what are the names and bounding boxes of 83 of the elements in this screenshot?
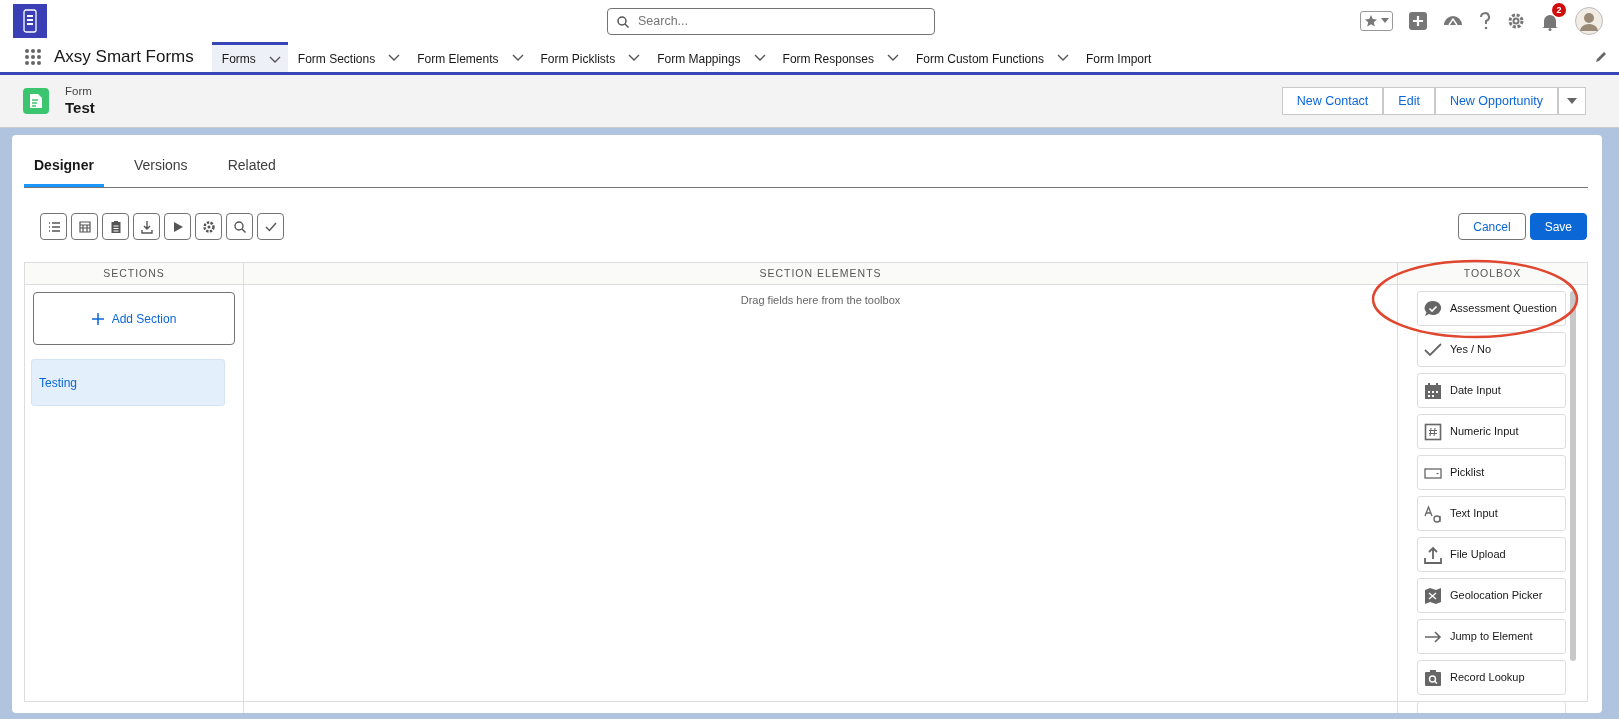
section-item[interactable]: Testing [31,359,225,406]
drop-hint: Drag fields here from the toolbox [739,293,902,308]
star-icon [1364,14,1378,28]
nav-tab[interactable]: Form Elements [407,42,509,72]
text-icon [1424,504,1442,523]
toolbox-item[interactable]: Assessment Question [1417,291,1566,326]
tab[interactable]: Designer [24,149,104,187]
toolbox-item-label: Date Input [1450,383,1501,399]
record-title: Test [65,98,95,118]
column-header: SECTION ELEMENTS [244,263,1397,285]
toolbox-item[interactable]: Picklist [1417,455,1566,490]
add-icon [1409,12,1427,30]
toolbox-item-label: Picklist [1450,465,1485,481]
caret-icon [1381,18,1389,24]
bell-icon [1541,12,1559,31]
toolbar-button[interactable] [226,213,253,240]
toolbox-item[interactable]: Numeric Input [1417,414,1566,449]
app-launcher-icon [24,48,42,66]
settings-icon [201,219,216,234]
record-type: Form [65,84,93,99]
download-icon [139,219,154,234]
column-header: TOOLBOX [1398,263,1587,285]
hash-icon [1424,422,1442,441]
toolbox-item-label: Jump to Element [1450,629,1533,645]
toolbox-item-label: File Upload [1450,547,1506,563]
tab[interactable]: Versions [123,149,198,187]
caret-icon [1567,98,1577,104]
toolbox-item[interactable]: File Upload [1417,537,1566,572]
toolbox-item[interactable]: Date Input [1417,373,1566,408]
upload-icon [1424,545,1442,564]
avatar-icon [1575,7,1603,35]
favorites-button[interactable] [1360,11,1393,31]
notification-badge: 2 [1552,3,1566,18]
list-icon [46,219,61,234]
toolbox-item[interactable]: Record Lookup [1417,660,1566,695]
toolbox-item[interactable]: Geolocation Picker [1417,578,1566,613]
save-button[interactable]: Save [1529,213,1587,240]
map-icon [1424,586,1442,605]
toolbar-button[interactable] [257,213,284,240]
table-icon [77,219,92,234]
toolbox-item[interactable]: Jump to Element [1417,619,1566,654]
toolbox-item-label: Text Input [1450,506,1498,522]
scrollbar[interactable] [1570,291,1576,661]
action-button[interactable]: New Opportunity [1434,87,1558,115]
column-header: SECTIONS [25,263,243,285]
document-icon [29,93,43,109]
toolbar-button[interactable] [133,213,160,240]
toolbar-button[interactable] [71,213,98,240]
toolbox-item-label: Geolocation Picker [1450,588,1543,604]
nav-tab[interactable]: Form Import [1076,42,1162,72]
action-button[interactable]: Edit [1383,87,1435,115]
nav-tab[interactable]: Form Sections [287,42,386,72]
cancel-button[interactable]: Cancel [1458,213,1526,240]
calendar-icon [1424,381,1442,400]
tab[interactable]: Related [217,149,286,187]
toolbox-item-label: Numeric Input [1450,424,1519,440]
nav-tab[interactable]: Form Custom Functions [905,42,1054,72]
action-button[interactable]: New Contact [1281,87,1384,115]
search-field[interactable]: Search... [607,7,935,35]
checkmark-icon [1424,340,1442,359]
nav-tab[interactable]: Form Responses [772,42,884,72]
toolbox-item-label: Record Lookup [1450,670,1525,686]
search-icon [232,219,247,234]
nav-tab[interactable]: Form Picklists [530,42,626,72]
clipboard-search-icon [1424,668,1442,687]
toolbox-item[interactable]: Text Input [1417,496,1566,531]
toolbar-button[interactable] [195,213,222,240]
plus-icon [91,312,104,325]
help-icon [1479,12,1491,30]
add-section-button[interactable]: Add Section [33,292,235,345]
toolbox-item[interactable]: Yes / No [1417,332,1566,367]
more-actions-button[interactable] [1558,87,1586,115]
app-name: Axsy Smart Forms [54,46,194,69]
toolbar-button[interactable] [102,213,129,240]
toolbar-button[interactable] [164,213,191,240]
settings-icon [1507,12,1525,30]
toolbar-button[interactable] [40,213,67,240]
pencil-icon [1595,51,1607,63]
nav-tab[interactable]: Form Mappings [647,42,751,72]
toolbox-item-label: Assessment Question [1450,301,1557,317]
chat-check-icon [1424,299,1442,318]
phone-icon [23,9,37,33]
toolbox-item-label: Yes / No [1450,342,1492,358]
